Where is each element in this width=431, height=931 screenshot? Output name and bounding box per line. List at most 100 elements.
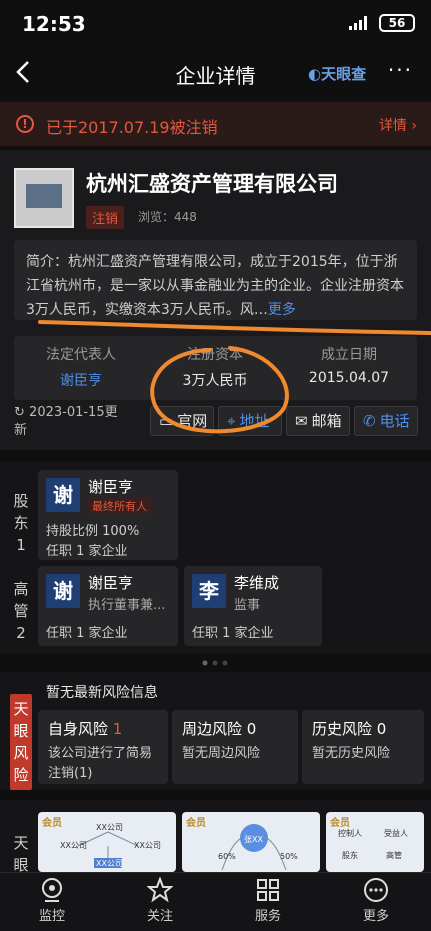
avatar: 谢 — [46, 478, 80, 512]
side-char: 1 — [16, 536, 26, 554]
around-risk-card[interactable]: 周边风险 0 暂无周边风险 — [172, 710, 298, 784]
graph-label: XX公司 — [60, 841, 87, 850]
update-text-a: 2023-01-15更 — [29, 405, 118, 420]
battery-icon: 56 — [379, 14, 415, 32]
nav-follow[interactable]: 关注 — [130, 877, 190, 924]
shareholder-card[interactable]: 谢 谢臣亨 最终所有人 持股比例 100% 任职 1 家企业 — [38, 470, 178, 560]
more-menu-icon[interactable]: ··· — [388, 58, 413, 82]
pager-dots — [202, 660, 228, 666]
side-char: 眼 — [13, 722, 29, 740]
self-risk-count: 1 — [112, 720, 123, 738]
job-count: 任职 1 家企业 — [46, 626, 128, 641]
phone-icon: ✆ — [363, 412, 376, 430]
email-label: 邮箱 — [311, 412, 342, 430]
risk-side-label: 天 眼 风 险 — [10, 694, 32, 790]
monitor-icon — [42, 878, 62, 902]
website-label: 官网 — [177, 412, 208, 430]
avatar: 谢 — [46, 574, 80, 608]
mail-icon: ✉ — [295, 412, 308, 430]
cancellation-notice[interactable]: ! 已于2017.07.19被注销 详情 › — [0, 102, 431, 146]
address-button[interactable]: ⌖ 地址 — [218, 406, 282, 436]
graph-label: 受益人 — [384, 829, 408, 838]
avatar: 李 — [192, 574, 226, 608]
founded-date: 成立日期 2015.04.07 — [282, 344, 416, 386]
shareholder-name: 谢臣亨 — [88, 478, 134, 496]
legal-rep[interactable]: 法定代表人 谢臣亨 — [14, 344, 148, 390]
history-risk-title: 历史风险 0 — [312, 718, 386, 739]
founded-label: 成立日期 — [321, 347, 377, 363]
self-risk-title: 自身风险 1 — [48, 718, 122, 739]
website-button[interactable]: ▭ 官网 — [150, 406, 214, 436]
app-header: 企业详情 ◐天眼查 ··· — [0, 48, 431, 98]
around-risk-title-text: 周边风险 — [182, 720, 243, 738]
history-risk-count: 0 — [376, 720, 387, 738]
side-char: 天 — [13, 834, 29, 852]
nav-label: 监控 — [38, 909, 65, 924]
graph-label: 股东 — [342, 851, 358, 860]
executives-section: 高 管 2 谢 谢臣亨 执行董事兼... 任职 1 家企业 李 李维成 监事 任… — [0, 566, 431, 654]
executive-card[interactable]: 谢 谢臣亨 执行董事兼... 任职 1 家企业 — [38, 566, 178, 646]
notice-detail-link[interactable]: 详情 › — [379, 115, 417, 135]
view-count: 浏览：448 — [138, 210, 197, 224]
brand-mark-icon: ◐ — [308, 65, 322, 83]
control-graph-card[interactable]: 会员 张XX 60% 50% — [182, 812, 320, 872]
executive-name: 谢臣亨 — [88, 574, 134, 592]
update-time[interactable]: ↻ 2023-01-15更新 — [14, 404, 118, 440]
nav-service[interactable]: 服务 — [238, 877, 298, 924]
company-logo — [14, 168, 74, 228]
executive-name: 李维成 — [234, 574, 280, 592]
address-label: 地址 — [239, 412, 270, 430]
self-risk-desc: 该公司进行了简易 注销(1) — [48, 744, 152, 784]
risk-headline: 暂无最新风险信息 — [46, 685, 158, 701]
graph-label: 张XX — [244, 835, 263, 844]
company-name: 杭州汇盛资产管理有限公司 — [86, 172, 338, 196]
company-intro[interactable]: 简介：杭州汇盛资产管理有限公司，成立于2015年，位于浙江省杭州市，是一家以从事… — [14, 240, 417, 320]
graph-label: XX公司 — [134, 841, 161, 850]
history-risk-card[interactable]: 历史风险 0 暂无历史风险 — [302, 710, 424, 784]
side-char: 东 — [13, 514, 29, 532]
equity-graph-card[interactable]: 会员 XX公司 XX公司 XX公司 XX公司 — [38, 812, 176, 872]
self-risk-card[interactable]: 自身风险 1 该公司进行了简易 注销(1) — [38, 710, 168, 784]
email-button[interactable]: ✉ 邮箱 — [286, 406, 350, 436]
beneficiary-graph-card[interactable]: 会员 控制人 受益人 股东 高管 — [326, 812, 424, 872]
status-time: 12:53 — [22, 12, 86, 36]
shareholders-section: 股 东 1 谢 谢臣亨 最终所有人 持股比例 100% 任职 1 家企业 — [0, 462, 431, 566]
nav-label: 关注 — [146, 909, 173, 924]
more-icon — [364, 878, 388, 902]
owner-badge: 最终所有人 — [88, 498, 151, 514]
graph-label: XX公司 — [96, 823, 123, 832]
shareholders-side-label: 股 东 1 — [10, 490, 32, 556]
executive-role: 监事 — [234, 598, 261, 613]
legal-rep-label: 法定代表人 — [46, 347, 116, 363]
graph-label: 50% — [280, 852, 298, 861]
self-risk-desc-a: 该公司进行了简易 — [48, 746, 153, 761]
monitor-small-icon: ▭ — [159, 412, 174, 430]
around-risk-title: 周边风险 0 — [182, 718, 256, 739]
side-char: 天 — [13, 700, 29, 718]
nav-monitor[interactable]: 监控 — [22, 877, 82, 924]
key-info-panel: 法定代表人 谢臣亨 注册资本 3万人民币 成立日期 2015.04.07 — [14, 336, 417, 400]
status-badge: 注销 — [86, 206, 125, 229]
legal-rep-name[interactable]: 谢臣亨 — [14, 370, 148, 390]
bottom-nav: 监控 关注 服务 更多 — [0, 872, 431, 931]
job-count: 任职 1 家企业 — [46, 544, 128, 559]
phone-button[interactable]: ✆ 电话 — [354, 406, 418, 436]
executives-side-label: 高 管 2 — [10, 578, 32, 644]
status-bar: 12:53 56 — [0, 0, 431, 48]
nav-label: 更多 — [362, 909, 389, 924]
executive-card[interactable]: 李 李维成 监事 任职 1 家企业 — [184, 566, 322, 646]
graph-label: 控制人 — [338, 829, 362, 838]
around-risk-count: 0 — [246, 720, 257, 738]
nav-more[interactable]: 更多 — [346, 877, 406, 924]
job-count: 任职 1 家企业 — [192, 626, 274, 641]
history-risk-desc: 暂无历史风险 — [312, 746, 391, 761]
intro-more-link[interactable]: 更多 — [268, 302, 296, 318]
graph-label: XX公司 — [96, 859, 123, 868]
notice-text: 已于2017.07.19被注销 — [46, 118, 218, 137]
registered-capital: 注册资本 3万人民币 — [148, 344, 282, 390]
alert-icon: ! — [16, 115, 34, 133]
vip-badge: 会员 — [330, 818, 350, 829]
nav-label: 服务 — [254, 909, 281, 924]
brand-logo: ◐天眼查 — [308, 63, 366, 84]
update-text-b: 新 — [14, 423, 28, 438]
